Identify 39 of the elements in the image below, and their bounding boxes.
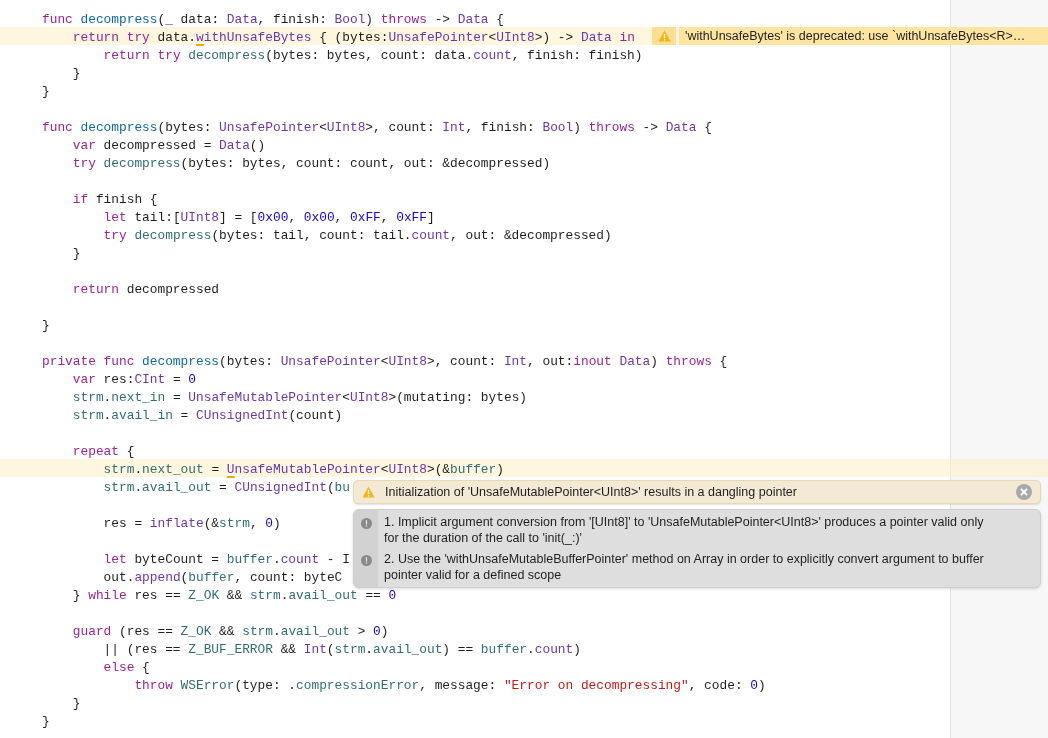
code-line: if finish { — [71, 191, 158, 209]
note-icon — [361, 518, 372, 529]
code-line: else { — [102, 659, 150, 677]
warning-message: Initialization of 'UnsafeMutablePointer<UInt8>' results in a dangling pointer — [385, 485, 798, 499]
code-line: let tail:[UInt8] = [0x00, 0x00, 0xFF, 0xFF] — [102, 209, 435, 227]
code-line: } — [42, 713, 50, 731]
code-line: var decompressed = Data() — [71, 137, 266, 155]
code-line: strm.next_in = UnsafeMutablePointer<UInt8>(mutating: bytes) — [71, 389, 528, 407]
fix-it-note[interactable]: 2. Use the 'withUnsafeMutableBufferPointer' method on Array in order to explicitly convert argument to buffer pointer valid for a defined scope — [384, 551, 1014, 583]
code-line: } while res == Z_OK && strm.avail_out == 0 — [71, 587, 397, 605]
code-line: strm.next_out = UnsafeMutablePointer<UInt8>(&buffer) — [102, 461, 504, 479]
code-line: guard (res == Z_OK && strm.avail_out > 0) — [71, 623, 389, 641]
code-line: return try data.withUnsafeBytes { (bytes:UnsafePointer<UInt8>) -> Data in — [71, 29, 635, 47]
warning-icon — [362, 486, 375, 498]
code-line: return decompressed — [71, 281, 220, 299]
code-line: var res:CInt = 0 — [71, 371, 196, 389]
code-line: try decompress(bytes: bytes, count: count, out: &decompressed) — [71, 155, 551, 173]
code-line: strm.avail_in = CUnsignedInt(count) — [71, 407, 343, 425]
code-line: || (res == Z_BUF_ERROR && Int(strm.avail_out) == buffer.count) — [102, 641, 581, 659]
code-line: repeat { — [71, 443, 135, 461]
code-line: strm.avail_out = CUnsignedInt(bu — [102, 479, 350, 497]
code-line: let byteCount = buffer.count - I — [102, 551, 350, 569]
warning-icon — [657, 30, 671, 42]
code-line: res = inflate(&strm, 0) — [102, 515, 281, 533]
code-line: func decompress(_ data: Data, finish: Bool) throws -> Data { — [42, 11, 504, 29]
code-line: } — [71, 695, 81, 713]
code-line: return try decompress(bytes: bytes, count: data.count, finish: finish) — [102, 47, 643, 65]
code-line: private func decompress(bytes: UnsafePointer<UInt8>, count: Int, out:inout Data) throws { — [42, 353, 728, 371]
code-line: try decompress(bytes: tail, count: tail.count, out: &decompressed) — [102, 227, 612, 245]
note-icon — [361, 555, 372, 566]
code-line: } — [42, 317, 50, 335]
close-icon[interactable] — [1016, 484, 1032, 500]
code-line: } — [71, 245, 81, 263]
code-line: func decompress(bytes: UnsafePointer<UInt8>, count: Int, finish: Bool) throws -> Data { — [42, 119, 712, 137]
code-line: throw WSError(type: .compressionError, message: "Error on decompressing", code: 0) — [133, 677, 766, 695]
code-line: out.append(buffer, count: byteC — [102, 569, 343, 587]
fix-it-note[interactable]: 1. Implicit argument conversion from '[UInt8]' to 'UnsafeMutablePointer<UInt8>' produces a pointer valid only for the duration of the call to 'init(_:)' — [384, 514, 1014, 546]
code-line: } — [71, 65, 81, 83]
code-line: } — [42, 83, 50, 101]
